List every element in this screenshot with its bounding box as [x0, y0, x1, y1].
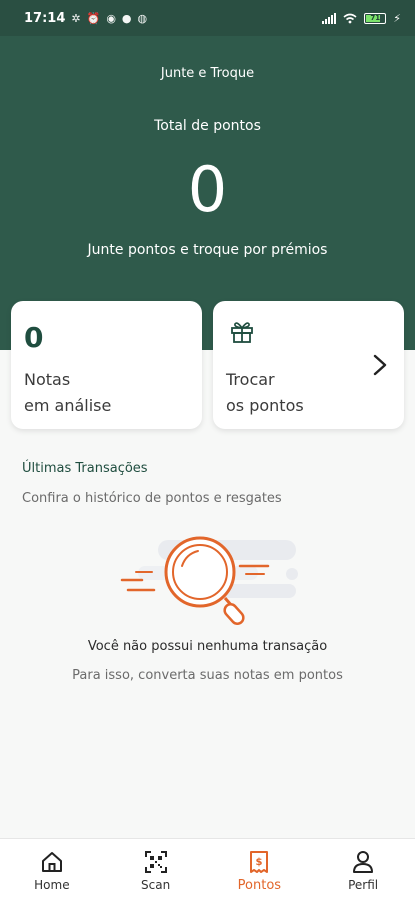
bottom-navigation: Home Scan $ Pontos Perfil [0, 838, 415, 900]
svg-text:$: $ [256, 857, 263, 868]
exchange-label: Trocar os pontos [226, 367, 304, 419]
chevron-right-icon [373, 354, 387, 376]
notes-label-line2: em análise [24, 396, 112, 415]
profile-icon [353, 851, 374, 873]
nav-item-perfil[interactable]: Perfil [311, 839, 415, 900]
transactions-title: Últimas Transações [22, 461, 148, 476]
notes-label-line1: Notas [24, 370, 71, 389]
nav-label-home: Home [34, 878, 70, 892]
status-bar: 17:14 ✲ ⏰ ◉ ● ◍ 71 ⚡ [0, 0, 415, 36]
qr-scan-icon [144, 851, 167, 873]
exchange-label-line1: Trocar [226, 370, 275, 389]
points-label: Total de pontos [154, 118, 261, 134]
status-left: 17:14 ✲ ⏰ ◉ ● ◍ [24, 11, 147, 26]
notes-count: 0 [24, 321, 44, 354]
chat-icon: ● [121, 11, 132, 25]
notes-label: Notas em análise [24, 367, 111, 419]
nav-item-scan[interactable]: Scan [104, 839, 208, 900]
empty-state-subtitle: Para isso, converta suas notas em pontos [72, 668, 343, 683]
gift-icon [231, 322, 253, 343]
exchange-label-line2: os pontos [226, 396, 304, 415]
nav-label-scan: Scan [141, 878, 171, 892]
points-subtitle: Junte pontos e troque por prémios [87, 242, 328, 258]
app-title: Junte e Troque [160, 66, 255, 81]
status-time: 17:14 [24, 10, 66, 26]
app-notification-icon: ◍ [137, 11, 148, 25]
whatsapp-icon: ◉ [106, 11, 116, 25]
exchange-points-card[interactable]: Trocar os pontos [213, 301, 404, 429]
signal-icon [322, 12, 337, 24]
nav-label-pontos: Pontos [237, 878, 282, 893]
settings-notification-icon: ✲ [71, 11, 81, 25]
points-receipt-icon: $ [250, 851, 269, 873]
points-value: 0 [187, 153, 228, 226]
empty-search-illustration [120, 536, 298, 625]
transactions-subtitle: Confira o histórico de pontos e resgates [22, 491, 282, 506]
battery-level: 71 [370, 14, 381, 22]
status-right: 71 ⚡ [322, 12, 401, 25]
alarm-icon: ⏰ [86, 11, 101, 25]
wifi-icon [343, 13, 357, 23]
battery-icon: 71 [364, 12, 387, 24]
charging-icon: ⚡ [393, 11, 401, 25]
notes-in-analysis-card[interactable]: 0 Notas em análise [11, 301, 202, 429]
nav-label-perfil: Perfil [348, 878, 379, 892]
home-icon [41, 852, 62, 872]
nav-item-pontos[interactable]: $ Pontos [208, 839, 312, 900]
empty-state-title: Você não possui nenhuma transação [87, 639, 328, 654]
nav-item-home[interactable]: Home [0, 839, 104, 900]
